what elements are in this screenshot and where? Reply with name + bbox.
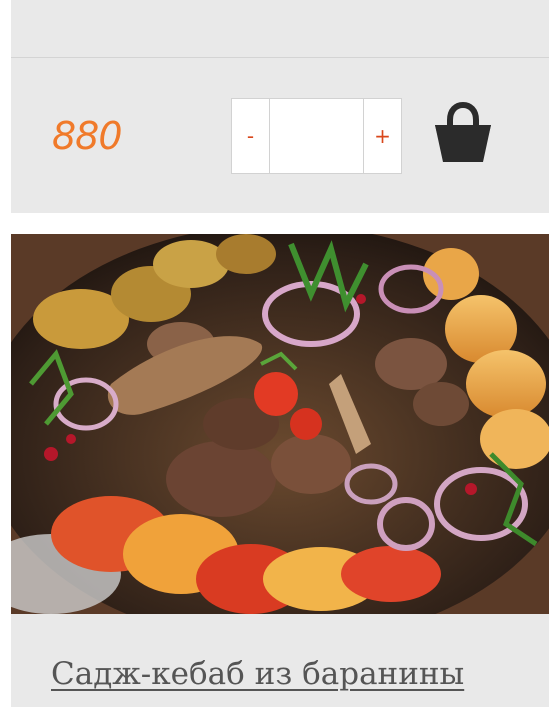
shopping-basket-icon: [435, 101, 491, 162]
product-caption: Садж-кебаб из баранины: [11, 614, 549, 707]
price: 880: [52, 114, 123, 158]
add-to-cart-button[interactable]: [429, 98, 497, 168]
buy-row: 880 - +: [11, 58, 549, 213]
quantity-stepper: - +: [231, 98, 402, 174]
product-title-link[interactable]: Садж-кебаб из баранины: [51, 654, 464, 694]
product-image[interactable]: [11, 234, 549, 614]
product-card-page: 880 - + Садж-кебаб из баранины: [0, 0, 549, 707]
increase-quantity-button[interactable]: +: [363, 99, 401, 173]
previous-card-bottom: [11, 0, 549, 57]
sadzh-kebab-photo: [11, 234, 549, 614]
decrease-quantity-button[interactable]: -: [232, 99, 270, 173]
quantity-input[interactable]: [270, 99, 363, 173]
